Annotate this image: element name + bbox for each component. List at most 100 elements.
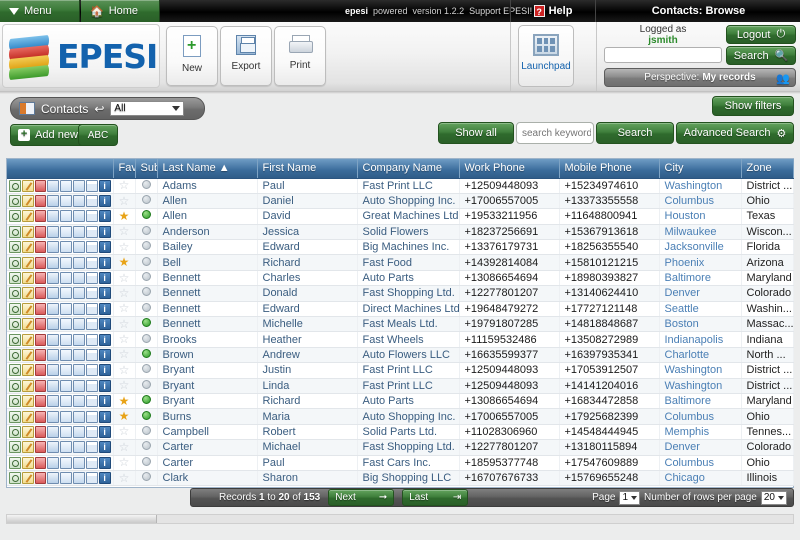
breadcrumb[interactable]: Contacts ↩ All bbox=[10, 97, 205, 120]
favorite-cell[interactable]: ☆ bbox=[113, 331, 136, 348]
delete-icon[interactable] bbox=[34, 241, 47, 254]
view-icon[interactable] bbox=[9, 195, 21, 208]
copy-icon[interactable] bbox=[47, 241, 60, 254]
star-icon[interactable]: ☆ bbox=[119, 271, 130, 285]
edit-icon[interactable] bbox=[21, 302, 34, 315]
delete-icon[interactable] bbox=[34, 379, 47, 392]
edit-icon[interactable] bbox=[21, 256, 34, 269]
search-keyword-input[interactable] bbox=[516, 122, 594, 144]
duplicate-icon[interactable] bbox=[73, 210, 85, 223]
copy-icon[interactable] bbox=[47, 302, 60, 315]
subscription-cell[interactable] bbox=[135, 424, 158, 441]
new-button[interactable]: New bbox=[166, 26, 218, 86]
subscription-cell[interactable] bbox=[135, 285, 158, 302]
duplicate-icon[interactable] bbox=[73, 348, 85, 361]
edit-icon[interactable] bbox=[21, 364, 34, 377]
delete-icon[interactable] bbox=[34, 179, 47, 192]
add-new-button[interactable]: + Add new bbox=[10, 124, 86, 146]
favorite-cell[interactable]: ☆ bbox=[113, 301, 136, 318]
edit-icon[interactable] bbox=[21, 441, 34, 454]
subscription-cell[interactable] bbox=[135, 178, 158, 194]
column-header-last_name[interactable]: Last Name ▲ bbox=[157, 159, 258, 179]
view-icon[interactable] bbox=[9, 302, 21, 315]
delete-icon[interactable] bbox=[34, 195, 47, 208]
edit-icon[interactable] bbox=[21, 210, 34, 223]
subscription-dot-icon[interactable] bbox=[141, 195, 151, 205]
quick-search-input[interactable] bbox=[604, 47, 722, 63]
copy-icon[interactable] bbox=[47, 379, 60, 392]
info-icon[interactable]: i bbox=[98, 348, 111, 361]
calendar-icon[interactable] bbox=[85, 348, 98, 361]
duplicate-icon[interactable] bbox=[73, 225, 85, 238]
export-button[interactable]: Export bbox=[220, 26, 272, 86]
favorite-cell[interactable]: ☆ bbox=[113, 239, 136, 256]
subscription-cell[interactable] bbox=[135, 193, 158, 210]
edit-icon[interactable] bbox=[21, 272, 34, 285]
table-row[interactable]: i ☆ Bennett Donald Fast Shopping Ltd. +122778… bbox=[7, 285, 794, 302]
logout-button[interactable]: Logout ⏻ bbox=[726, 25, 796, 44]
note-icon[interactable] bbox=[60, 318, 73, 331]
note-icon[interactable] bbox=[60, 241, 73, 254]
duplicate-icon[interactable] bbox=[73, 364, 85, 377]
home-tab[interactable]: 🏠 Home bbox=[81, 0, 160, 22]
note-icon[interactable] bbox=[60, 195, 73, 208]
favorite-cell[interactable]: ☆ bbox=[113, 347, 136, 364]
copy-icon[interactable] bbox=[47, 472, 60, 485]
view-icon[interactable] bbox=[9, 318, 21, 331]
info-icon[interactable]: i bbox=[98, 456, 111, 469]
show-filters-button[interactable]: Show filters bbox=[712, 96, 794, 116]
delete-icon[interactable] bbox=[34, 225, 47, 238]
duplicate-icon[interactable] bbox=[73, 472, 85, 485]
calendar-icon[interactable] bbox=[85, 195, 98, 208]
column-header-city[interactable]: City bbox=[659, 159, 742, 179]
subscription-cell[interactable] bbox=[135, 301, 158, 318]
info-icon[interactable]: i bbox=[98, 364, 111, 377]
copy-icon[interactable] bbox=[47, 287, 60, 300]
note-icon[interactable] bbox=[60, 425, 73, 438]
delete-icon[interactable] bbox=[34, 302, 47, 315]
delete-icon[interactable] bbox=[34, 318, 47, 331]
search-button[interactable]: Search bbox=[596, 122, 674, 144]
copy-icon[interactable] bbox=[47, 425, 60, 438]
edit-icon[interactable] bbox=[21, 425, 34, 438]
calendar-icon[interactable] bbox=[85, 425, 98, 438]
edit-icon[interactable] bbox=[21, 241, 34, 254]
table-row[interactable]: i ☆ Brown Andrew Auto Flowers LLC +1663559937… bbox=[7, 347, 794, 364]
edit-icon[interactable] bbox=[21, 472, 34, 485]
favorite-cell[interactable]: ★ bbox=[113, 393, 136, 410]
subscription-dot-icon[interactable] bbox=[141, 395, 151, 405]
subscription-cell[interactable] bbox=[135, 208, 158, 225]
subscription-dot-icon[interactable] bbox=[141, 333, 151, 343]
favorite-cell[interactable]: ☆ bbox=[113, 224, 136, 241]
star-icon[interactable]: ☆ bbox=[119, 440, 130, 454]
table-row[interactable]: i ★ Bell Richard Fast Food +14392814084 +15810… bbox=[7, 254, 794, 271]
note-icon[interactable] bbox=[60, 333, 73, 346]
duplicate-icon[interactable] bbox=[73, 241, 85, 254]
edit-icon[interactable] bbox=[21, 333, 34, 346]
subscription-dot-icon[interactable] bbox=[141, 425, 151, 435]
delete-icon[interactable] bbox=[34, 395, 47, 408]
subscription-cell[interactable] bbox=[135, 331, 158, 348]
edit-icon[interactable] bbox=[21, 195, 34, 208]
star-icon[interactable]: ☆ bbox=[119, 317, 130, 331]
table-row[interactable]: i ☆ Bryant Linda Fast Print LLC +12509448093 +… bbox=[7, 378, 794, 394]
favorite-cell[interactable]: ☆ bbox=[113, 285, 136, 302]
subscription-dot-icon[interactable] bbox=[141, 210, 151, 220]
calendar-icon[interactable] bbox=[85, 256, 98, 269]
duplicate-icon[interactable] bbox=[73, 302, 85, 315]
note-icon[interactable] bbox=[60, 410, 73, 423]
subscription-dot-icon[interactable] bbox=[141, 256, 151, 266]
star-icon[interactable]: ☆ bbox=[119, 178, 130, 192]
table-row[interactable]: i ★ Burns Maria Auto Shopping Inc. +170065570… bbox=[7, 408, 794, 425]
rows-per-page-select[interactable]: 20 bbox=[760, 490, 787, 505]
star-icon[interactable]: ☆ bbox=[119, 224, 130, 238]
calendar-icon[interactable] bbox=[85, 456, 98, 469]
favorite-cell[interactable]: ☆ bbox=[113, 455, 136, 471]
info-icon[interactable]: i bbox=[98, 195, 111, 208]
info-icon[interactable]: i bbox=[98, 241, 111, 254]
calendar-icon[interactable] bbox=[85, 318, 98, 331]
view-icon[interactable] bbox=[9, 179, 21, 192]
delete-icon[interactable] bbox=[34, 210, 47, 223]
delete-icon[interactable] bbox=[34, 441, 47, 454]
view-icon[interactable] bbox=[9, 395, 21, 408]
